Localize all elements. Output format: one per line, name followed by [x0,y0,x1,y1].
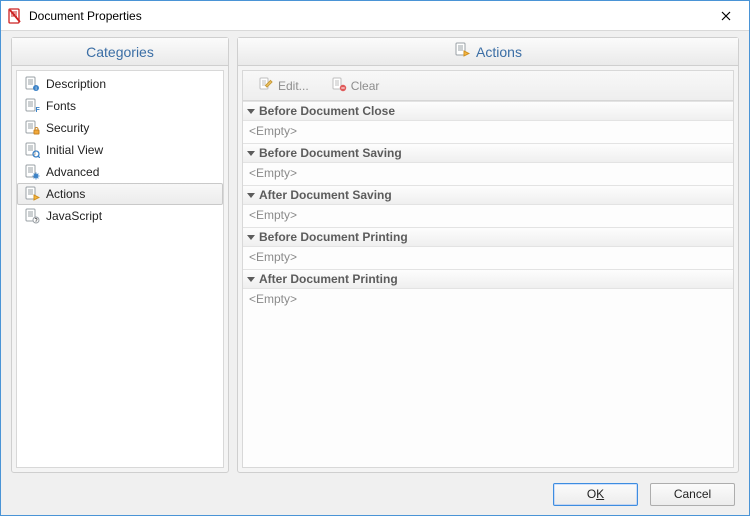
actions-panel: Actions Edit... [237,37,739,473]
categories-panel: Categories i Description F Fonts Security Ini… [11,37,229,473]
dialog-footer: OK Cancel [1,473,749,515]
actions-toolbar: Edit... Clear [243,71,733,101]
description-icon: i [24,76,40,92]
categories-header: Categories [12,38,228,66]
sidebar-item-fonts[interactable]: F Fonts [17,95,223,117]
edit-icon [258,76,274,95]
sidebar-item-advanced[interactable]: Advanced [17,161,223,183]
svg-text:i: i [35,86,36,92]
sidebar-item-javascript[interactable]: JavaScript [17,205,223,227]
svg-text:F: F [36,107,41,114]
javascript-icon [24,208,40,224]
sidebar-item-description[interactable]: i Description [17,73,223,95]
fonts-icon: F [24,98,40,114]
event-body[interactable]: <Empty> [243,121,733,143]
categories-header-label: Categories [86,44,154,60]
actions-header-label: Actions [476,44,522,60]
event-body[interactable]: <Empty> [243,289,733,311]
sidebar-item-label: Description [46,77,106,91]
ok-button[interactable]: OK [553,483,638,506]
event-title: After Document Printing [259,272,398,286]
event-title: Before Document Close [259,104,395,118]
chevron-down-icon [247,109,255,114]
window-title: Document Properties [29,9,703,23]
event-header[interactable]: Before Document Saving [243,143,733,163]
cancel-button[interactable]: Cancel [650,483,735,506]
dialog-body: Categories i Description F Fonts Security Ini… [1,31,749,473]
document-properties-window: Document Properties Categories i Descript… [0,0,750,516]
close-button[interactable] [703,1,749,30]
title-bar: Document Properties [1,1,749,31]
actions-header-icon [454,42,470,61]
clear-icon [331,76,347,95]
chevron-down-icon [247,235,255,240]
security-icon [24,120,40,136]
chevron-down-icon [247,277,255,282]
advanced-icon [24,164,40,180]
event-header[interactable]: After Document Printing [243,269,733,289]
event-body[interactable]: <Empty> [243,163,733,185]
ok-button-label: OK [587,487,604,501]
initial-view-icon [24,142,40,158]
sidebar-item-label: JavaScript [46,209,102,223]
event-title: After Document Saving [259,188,392,202]
actions-icon [24,186,40,202]
sidebar-item-label: Advanced [46,165,99,179]
event-body[interactable]: <Empty> [243,247,733,269]
event-header[interactable]: Before Document Printing [243,227,733,247]
actions-header: Actions [238,38,738,66]
chevron-down-icon [247,151,255,156]
sidebar-item-label: Fonts [46,99,76,113]
event-body[interactable]: <Empty> [243,205,733,227]
chevron-down-icon [247,193,255,198]
sidebar-item-label: Initial View [46,143,103,157]
categories-list: i Description F Fonts Security Initial View Ad… [16,70,224,468]
sidebar-item-initial-view[interactable]: Initial View [17,139,223,161]
edit-label: Edit... [278,79,309,93]
close-icon [721,11,731,21]
event-header[interactable]: After Document Saving [243,185,733,205]
edit-button[interactable]: Edit... [249,73,318,98]
sidebar-item-label: Actions [46,187,85,201]
event-title: Before Document Saving [259,146,402,160]
events-list: Before Document Close <Empty> Before Docum… [243,101,733,467]
actions-content: Edit... Clear [242,70,734,468]
app-icon [7,8,23,24]
event-header[interactable]: Before Document Close [243,101,733,121]
event-title: Before Document Printing [259,230,408,244]
clear-label: Clear [351,79,380,93]
sidebar-item-security[interactable]: Security [17,117,223,139]
cancel-button-label: Cancel [674,487,711,501]
clear-button[interactable]: Clear [322,73,389,98]
sidebar-item-actions[interactable]: Actions [17,183,223,205]
sidebar-item-label: Security [46,121,89,135]
